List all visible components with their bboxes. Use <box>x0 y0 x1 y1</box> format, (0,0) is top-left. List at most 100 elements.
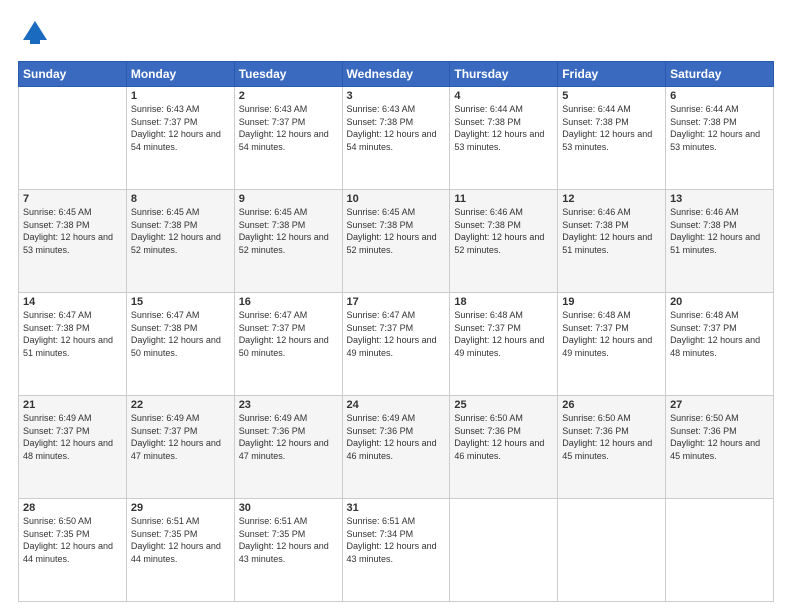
daylight-label: Daylight: 12 hours and 51 minutes. <box>562 232 652 255</box>
day-info: Sunrise: 6:48 AM Sunset: 7:37 PM Dayligh… <box>562 309 661 359</box>
day-number: 18 <box>454 296 553 308</box>
day-number: 2 <box>239 90 338 102</box>
daylight-label: Daylight: 12 hours and 50 minutes. <box>239 335 329 358</box>
sunset-label: Sunset: 7:37 PM <box>239 323 306 333</box>
calendar-cell: 1 Sunrise: 6:43 AM Sunset: 7:37 PM Dayli… <box>126 87 234 190</box>
calendar-cell: 20 Sunrise: 6:48 AM Sunset: 7:37 PM Dayl… <box>666 293 774 396</box>
calendar-header-tuesday: Tuesday <box>234 62 342 87</box>
sunset-label: Sunset: 7:36 PM <box>347 426 414 436</box>
daylight-label: Daylight: 12 hours and 48 minutes. <box>23 438 113 461</box>
calendar-cell: 28 Sunrise: 6:50 AM Sunset: 7:35 PM Dayl… <box>19 499 127 602</box>
day-info: Sunrise: 6:51 AM Sunset: 7:35 PM Dayligh… <box>131 515 230 565</box>
calendar-cell: 13 Sunrise: 6:46 AM Sunset: 7:38 PM Dayl… <box>666 190 774 293</box>
sunset-label: Sunset: 7:38 PM <box>562 117 629 127</box>
calendar-cell: 18 Sunrise: 6:48 AM Sunset: 7:37 PM Dayl… <box>450 293 558 396</box>
day-number: 27 <box>670 399 769 411</box>
sunset-label: Sunset: 7:38 PM <box>239 220 306 230</box>
daylight-label: Daylight: 12 hours and 53 minutes. <box>562 129 652 152</box>
day-number: 9 <box>239 193 338 205</box>
daylight-label: Daylight: 12 hours and 43 minutes. <box>347 541 437 564</box>
sunrise-label: Sunrise: 6:49 AM <box>239 413 308 423</box>
calendar-cell: 12 Sunrise: 6:46 AM Sunset: 7:38 PM Dayl… <box>558 190 666 293</box>
calendar-header-sunday: Sunday <box>19 62 127 87</box>
sunset-label: Sunset: 7:38 PM <box>670 220 737 230</box>
day-info: Sunrise: 6:45 AM Sunset: 7:38 PM Dayligh… <box>347 206 446 256</box>
day-info: Sunrise: 6:44 AM Sunset: 7:38 PM Dayligh… <box>670 103 769 153</box>
sunset-label: Sunset: 7:38 PM <box>454 220 521 230</box>
sunrise-label: Sunrise: 6:46 AM <box>562 207 631 217</box>
sunset-label: Sunset: 7:37 PM <box>131 117 198 127</box>
daylight-label: Daylight: 12 hours and 51 minutes. <box>670 232 760 255</box>
day-number: 31 <box>347 502 446 514</box>
day-info: Sunrise: 6:44 AM Sunset: 7:38 PM Dayligh… <box>454 103 553 153</box>
sunset-label: Sunset: 7:36 PM <box>454 426 521 436</box>
day-info: Sunrise: 6:50 AM Sunset: 7:36 PM Dayligh… <box>670 412 769 462</box>
sunrise-label: Sunrise: 6:48 AM <box>562 310 631 320</box>
day-number: 12 <box>562 193 661 205</box>
day-info: Sunrise: 6:48 AM Sunset: 7:37 PM Dayligh… <box>670 309 769 359</box>
calendar-cell: 29 Sunrise: 6:51 AM Sunset: 7:35 PM Dayl… <box>126 499 234 602</box>
day-number: 21 <box>23 399 122 411</box>
day-number: 6 <box>670 90 769 102</box>
daylight-label: Daylight: 12 hours and 44 minutes. <box>23 541 113 564</box>
calendar-header-row: SundayMondayTuesdayWednesdayThursdayFrid… <box>19 62 774 87</box>
sunrise-label: Sunrise: 6:47 AM <box>239 310 308 320</box>
sunrise-label: Sunrise: 6:44 AM <box>562 104 631 114</box>
day-info: Sunrise: 6:49 AM Sunset: 7:37 PM Dayligh… <box>131 412 230 462</box>
daylight-label: Daylight: 12 hours and 53 minutes. <box>23 232 113 255</box>
sunset-label: Sunset: 7:37 PM <box>131 426 198 436</box>
day-number: 22 <box>131 399 230 411</box>
day-info: Sunrise: 6:45 AM Sunset: 7:38 PM Dayligh… <box>131 206 230 256</box>
sunset-label: Sunset: 7:38 PM <box>454 117 521 127</box>
calendar-cell: 27 Sunrise: 6:50 AM Sunset: 7:36 PM Dayl… <box>666 396 774 499</box>
day-info: Sunrise: 6:44 AM Sunset: 7:38 PM Dayligh… <box>562 103 661 153</box>
day-number: 26 <box>562 399 661 411</box>
calendar-cell: 3 Sunrise: 6:43 AM Sunset: 7:38 PM Dayli… <box>342 87 450 190</box>
sunrise-label: Sunrise: 6:45 AM <box>347 207 416 217</box>
sunrise-label: Sunrise: 6:44 AM <box>454 104 523 114</box>
daylight-label: Daylight: 12 hours and 43 minutes. <box>239 541 329 564</box>
sunrise-label: Sunrise: 6:51 AM <box>347 516 416 526</box>
sunrise-label: Sunrise: 6:44 AM <box>670 104 739 114</box>
day-info: Sunrise: 6:47 AM Sunset: 7:38 PM Dayligh… <box>23 309 122 359</box>
daylight-label: Daylight: 12 hours and 52 minutes. <box>239 232 329 255</box>
sunrise-label: Sunrise: 6:48 AM <box>454 310 523 320</box>
daylight-label: Daylight: 12 hours and 52 minutes. <box>131 232 221 255</box>
day-number: 15 <box>131 296 230 308</box>
daylight-label: Daylight: 12 hours and 53 minutes. <box>454 129 544 152</box>
calendar-cell: 26 Sunrise: 6:50 AM Sunset: 7:36 PM Dayl… <box>558 396 666 499</box>
calendar-cell: 15 Sunrise: 6:47 AM Sunset: 7:38 PM Dayl… <box>126 293 234 396</box>
sunset-label: Sunset: 7:38 PM <box>23 220 90 230</box>
day-number: 30 <box>239 502 338 514</box>
logo-text <box>18 18 50 53</box>
day-info: Sunrise: 6:51 AM Sunset: 7:35 PM Dayligh… <box>239 515 338 565</box>
day-info: Sunrise: 6:47 AM Sunset: 7:38 PM Dayligh… <box>131 309 230 359</box>
daylight-label: Daylight: 12 hours and 49 minutes. <box>562 335 652 358</box>
day-number: 17 <box>347 296 446 308</box>
day-number: 4 <box>454 90 553 102</box>
day-info: Sunrise: 6:51 AM Sunset: 7:34 PM Dayligh… <box>347 515 446 565</box>
daylight-label: Daylight: 12 hours and 46 minutes. <box>347 438 437 461</box>
day-number: 29 <box>131 502 230 514</box>
day-info: Sunrise: 6:50 AM Sunset: 7:36 PM Dayligh… <box>454 412 553 462</box>
day-number: 28 <box>23 502 122 514</box>
calendar-week-5: 28 Sunrise: 6:50 AM Sunset: 7:35 PM Dayl… <box>19 499 774 602</box>
sunset-label: Sunset: 7:37 PM <box>347 323 414 333</box>
page: SundayMondayTuesdayWednesdayThursdayFrid… <box>0 0 792 612</box>
day-number: 5 <box>562 90 661 102</box>
day-number: 20 <box>670 296 769 308</box>
sunrise-label: Sunrise: 6:45 AM <box>131 207 200 217</box>
calendar-header-monday: Monday <box>126 62 234 87</box>
day-number: 13 <box>670 193 769 205</box>
calendar-cell: 25 Sunrise: 6:50 AM Sunset: 7:36 PM Dayl… <box>450 396 558 499</box>
sunset-label: Sunset: 7:37 PM <box>454 323 521 333</box>
daylight-label: Daylight: 12 hours and 51 minutes. <box>23 335 113 358</box>
sunset-label: Sunset: 7:36 PM <box>670 426 737 436</box>
calendar-cell: 17 Sunrise: 6:47 AM Sunset: 7:37 PM Dayl… <box>342 293 450 396</box>
daylight-label: Daylight: 12 hours and 50 minutes. <box>131 335 221 358</box>
sunset-label: Sunset: 7:37 PM <box>239 117 306 127</box>
day-number: 19 <box>562 296 661 308</box>
day-number: 11 <box>454 193 553 205</box>
sunset-label: Sunset: 7:34 PM <box>347 529 414 539</box>
calendar-header-saturday: Saturday <box>666 62 774 87</box>
